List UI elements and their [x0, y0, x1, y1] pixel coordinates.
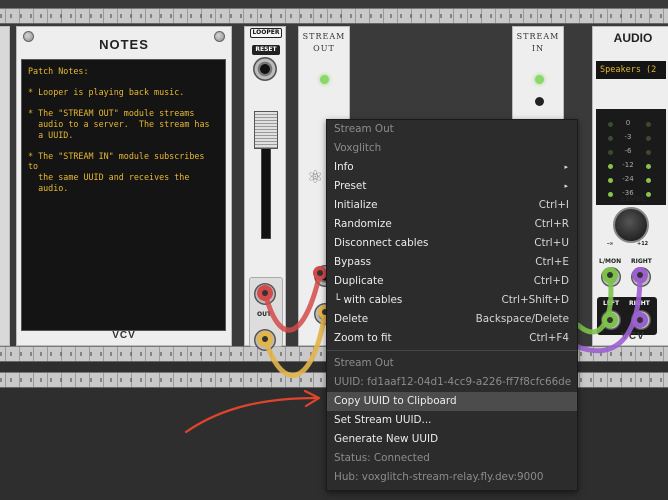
red-arrow-icon — [184, 396, 320, 434]
annotation-arrow-overlay — [184, 389, 321, 434]
